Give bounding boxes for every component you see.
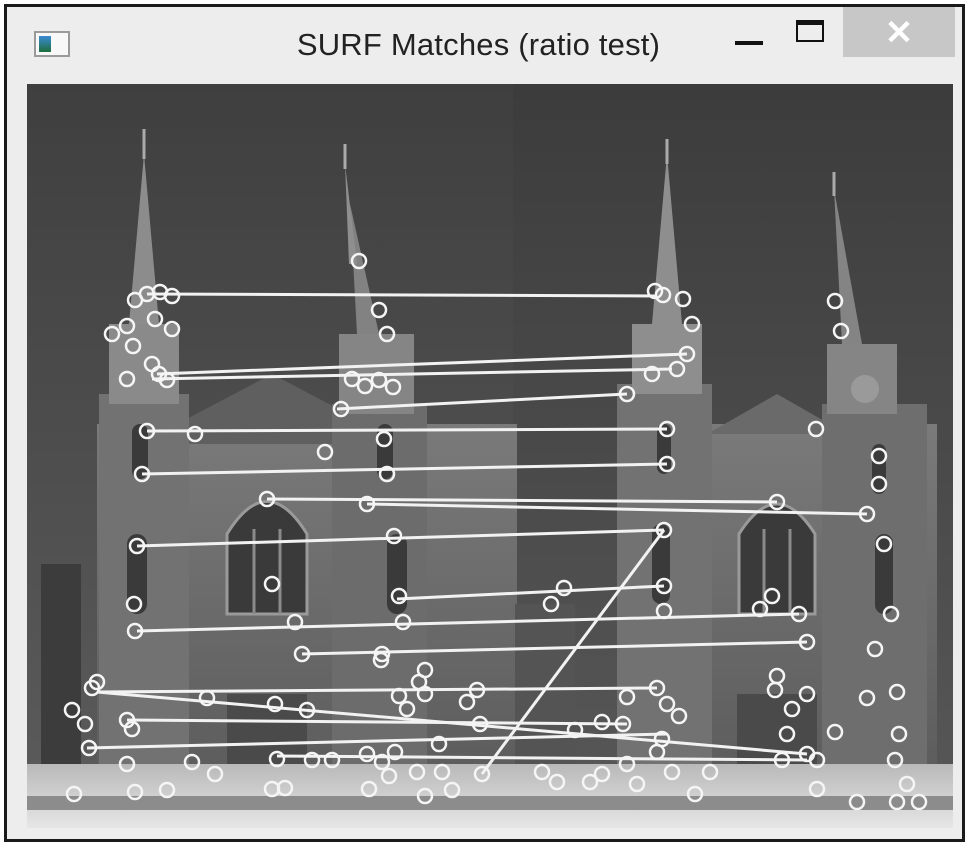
window-title-text: SURF Matches (ratio test)	[296, 27, 661, 62]
maximize-button[interactable]	[782, 7, 844, 57]
image-canvas	[27, 84, 953, 828]
left-background-tower	[41, 564, 81, 764]
window: SURF Matches (ratio test) ✕	[4, 4, 965, 842]
match-image	[27, 84, 953, 828]
close-icon: ✕	[884, 14, 914, 52]
title-bar[interactable]: SURF Matches (ratio test) ✕	[7, 7, 962, 83]
maximize-icon	[796, 20, 824, 42]
right-rose-window	[737, 502, 817, 616]
close-button[interactable]: ✕	[843, 7, 955, 57]
right-window-3	[657, 424, 671, 474]
match-line	[146, 292, 658, 298]
minimize-button[interactable]	[719, 7, 779, 57]
minimize-icon	[735, 41, 763, 45]
match-line	[146, 427, 668, 433]
left-rose-window	[225, 500, 309, 616]
right-clock	[851, 375, 879, 403]
